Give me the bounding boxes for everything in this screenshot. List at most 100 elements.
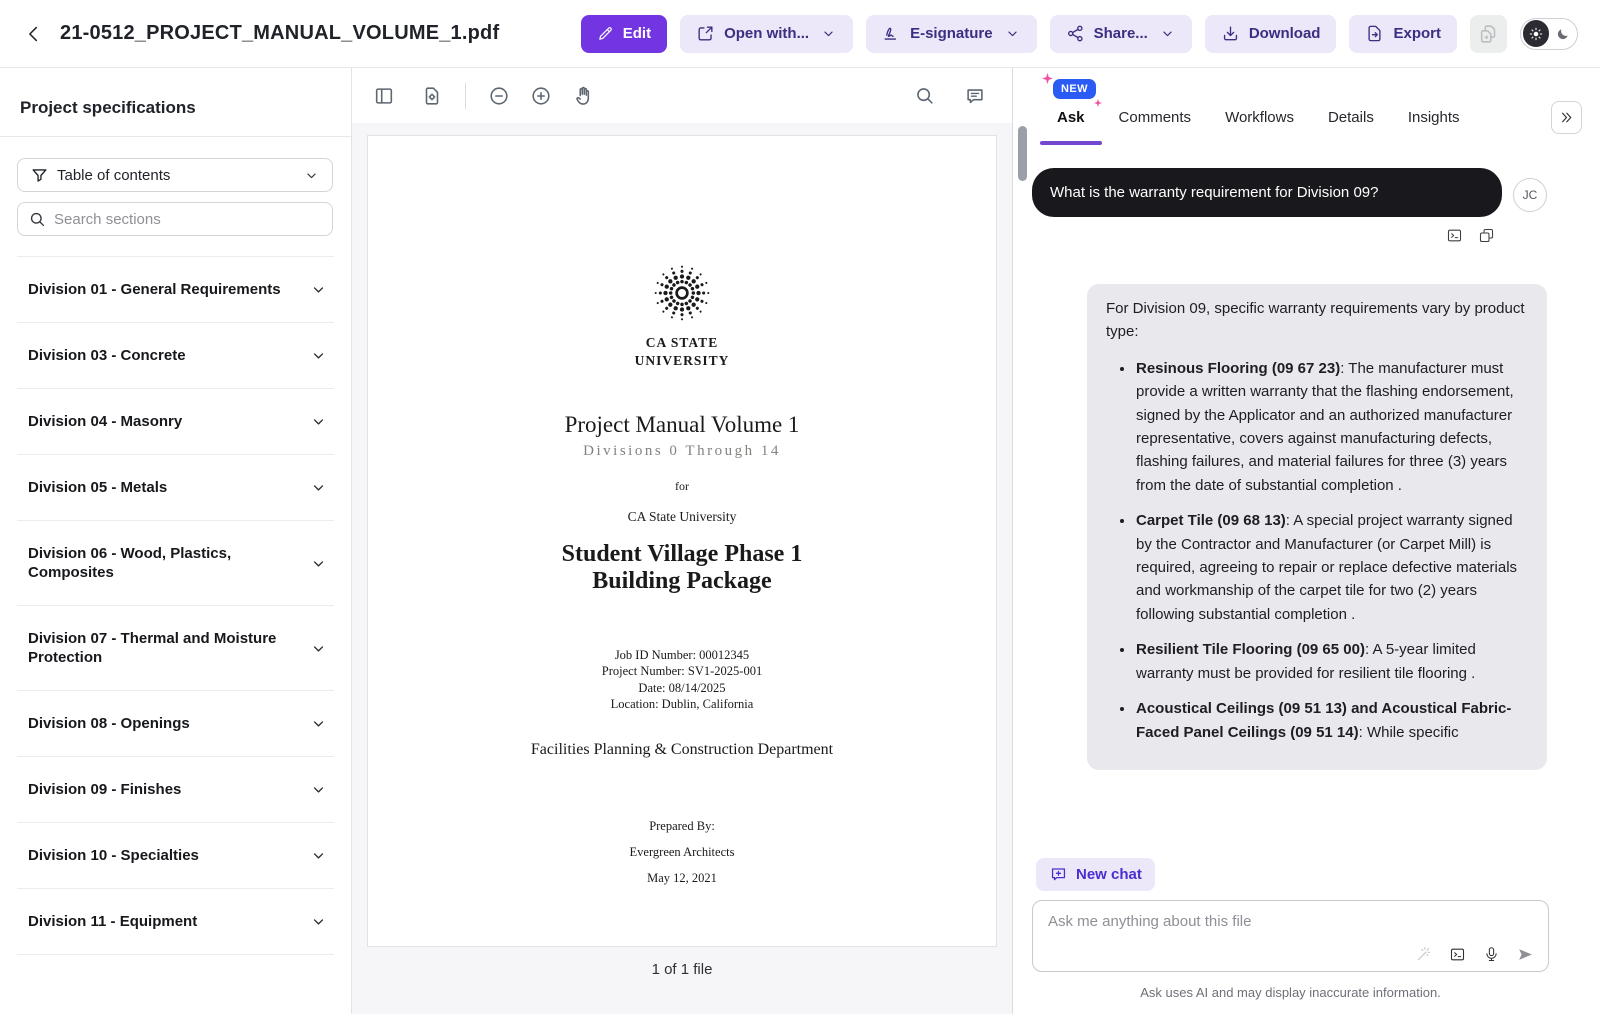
signature-icon <box>882 24 901 43</box>
answer-bullet: Resinous Flooring (09 67 23): The manufa… <box>1135 357 1528 497</box>
toc-row-division-07[interactable]: Division 07 - Thermal and Moisture Prote… <box>17 606 334 691</box>
ask-input-actions <box>1048 946 1534 963</box>
collapse-panel-button[interactable] <box>1551 101 1582 134</box>
new-chat-button[interactable]: New chat <box>1036 858 1155 891</box>
ai-answer-bubble: For Division 09, specific warranty requi… <box>1087 284 1547 770</box>
toc-row-division-11[interactable]: Division 11 - Equipment <box>17 889 334 955</box>
file-title: 21-0512_PROJECT_MANUAL_VOLUME_1.pdf <box>60 22 499 45</box>
copy-button[interactable] <box>1478 227 1495 244</box>
answer-bullet: Carpet Tile (09 68 13): A special projec… <box>1135 509 1528 626</box>
message-actions <box>1032 227 1502 244</box>
chevron-down-icon <box>309 639 328 658</box>
terminal-icon <box>1449 946 1466 963</box>
new-badge: NEW <box>1053 79 1096 99</box>
comment-bubble-icon <box>964 85 986 107</box>
chevron-down-icon <box>309 554 328 573</box>
zoom-out-button[interactable] <box>488 85 510 107</box>
user-question-bubble: What is the warranty requirement for Div… <box>1032 168 1502 217</box>
toc-row-division-01[interactable]: Division 01 - General Requirements <box>17 257 334 323</box>
send-icon <box>1517 946 1534 963</box>
answer-intro: For Division 09, specific warranty requi… <box>1106 297 1528 344</box>
chevron-down-icon <box>309 478 328 497</box>
copy-files-icon <box>1478 23 1500 45</box>
pdf-page: CA STATE UNIVERSITY Project Manual Volum… <box>367 135 997 947</box>
esignature-button[interactable]: E-signature <box>866 15 1037 53</box>
open-external-icon <box>696 24 715 43</box>
doc-subtitle: Divisions 0 Through 14 <box>583 443 781 460</box>
copy-icon <box>1478 227 1495 244</box>
moon-icon <box>1555 26 1571 42</box>
light-mode-option[interactable] <box>1523 20 1549 47</box>
toc-row-division-05[interactable]: Division 05 - Metals <box>17 455 334 521</box>
terminal-icon <box>1446 227 1463 244</box>
ai-disclaimer: Ask uses AI and may display inaccurate i… <box>1032 985 1549 1000</box>
doc-for: for <box>675 479 689 494</box>
pencil-icon <box>597 25 614 42</box>
download-icon <box>1221 24 1240 43</box>
zoom-in-button[interactable] <box>530 85 552 107</box>
panel-scrollbar-thumb[interactable] <box>1018 126 1027 181</box>
ask-input-box <box>1032 900 1549 972</box>
filter-icon <box>30 166 49 185</box>
tab-workflows[interactable]: Workflows <box>1208 109 1311 145</box>
search-sections-input[interactable] <box>54 211 322 228</box>
user-avatar: JC <box>1513 178 1547 212</box>
chevron-down-icon <box>309 912 328 931</box>
app-window: 21-0512_PROJECT_MANUAL_VOLUME_1.pdf Edit… <box>0 0 1600 1014</box>
magic-wand-button[interactable] <box>1415 946 1432 963</box>
copy-files-button[interactable] <box>1470 15 1507 53</box>
prompt-icon-button[interactable] <box>1446 227 1463 244</box>
table-of-contents-select[interactable]: Table of contents <box>17 158 333 192</box>
document-settings-button[interactable] <box>421 85 443 107</box>
toc-row-division-04[interactable]: Division 04 - Masonry <box>17 389 334 455</box>
split-view-icon <box>373 85 395 107</box>
sidebar-controls: Table of contents <box>0 137 351 256</box>
download-button[interactable]: Download <box>1205 15 1337 53</box>
double-chevron-right-icon <box>1558 109 1575 126</box>
thumbnail-panel-button[interactable] <box>373 85 395 107</box>
tab-comments[interactable]: Comments <box>1102 109 1209 145</box>
open-with-button[interactable]: Open with... <box>680 15 853 53</box>
university-starburst-logo <box>649 260 715 326</box>
edit-button[interactable]: Edit <box>581 15 667 53</box>
toc-row-division-08[interactable]: Division 08 - Openings <box>17 691 334 757</box>
search-sections-box <box>17 202 333 236</box>
tab-details[interactable]: Details <box>1311 109 1391 145</box>
dark-mode-option[interactable] <box>1551 22 1575 46</box>
pan-tool-button[interactable] <box>572 85 594 107</box>
chevron-down-icon <box>309 346 328 365</box>
chevron-down-icon <box>1004 25 1021 42</box>
main-content: Project specifications Table of contents… <box>0 68 1600 1014</box>
toc-row-division-09[interactable]: Division 09 - Finishes <box>17 757 334 823</box>
toc-row-division-06[interactable]: Division 06 - Wood, Plastics, Composites <box>17 521 334 606</box>
chevron-down-icon <box>309 714 328 733</box>
file-count-status: 1 of 1 file <box>652 947 713 994</box>
toc-row-division-03[interactable]: Division 03 - Concrete <box>17 323 334 389</box>
theme-toggle[interactable] <box>1520 18 1578 50</box>
chevron-down-icon <box>309 280 328 299</box>
plus-circle-icon <box>530 85 552 107</box>
share-button[interactable]: Share... <box>1050 15 1192 53</box>
tab-insights[interactable]: Insights <box>1391 109 1477 145</box>
toc-row-division-10[interactable]: Division 10 - Specialties <box>17 823 334 889</box>
send-button[interactable] <box>1517 946 1534 963</box>
chat-plus-icon <box>1049 865 1068 884</box>
university-name: CA STATE UNIVERSITY <box>635 334 730 370</box>
chevron-down-icon <box>303 167 320 184</box>
prompt-library-button[interactable] <box>1449 946 1466 963</box>
voice-input-button[interactable] <box>1483 946 1500 963</box>
back-button[interactable] <box>18 18 50 50</box>
search-icon <box>914 85 936 107</box>
find-in-document-button[interactable] <box>914 85 936 107</box>
table-of-contents-list: Division 01 - General Requirements Divis… <box>17 256 334 1014</box>
tab-ask[interactable]: NEW Ask <box>1040 109 1102 145</box>
export-button[interactable]: Export <box>1349 15 1457 53</box>
chevron-down-icon <box>309 780 328 799</box>
sections-sidebar: Project specifications Table of contents… <box>0 68 352 1014</box>
sidebar-title: Project specifications <box>0 68 351 136</box>
answer-bullet: Resilient Tile Flooring (09 65 00): A 5-… <box>1135 638 1528 685</box>
ask-input-field[interactable] <box>1048 913 1534 946</box>
document-viewer: CA STATE UNIVERSITY Project Manual Volum… <box>352 68 1012 1014</box>
comment-button[interactable] <box>964 85 986 107</box>
answer-bullet-list: Resinous Flooring (09 67 23): The manufa… <box>1106 357 1528 744</box>
